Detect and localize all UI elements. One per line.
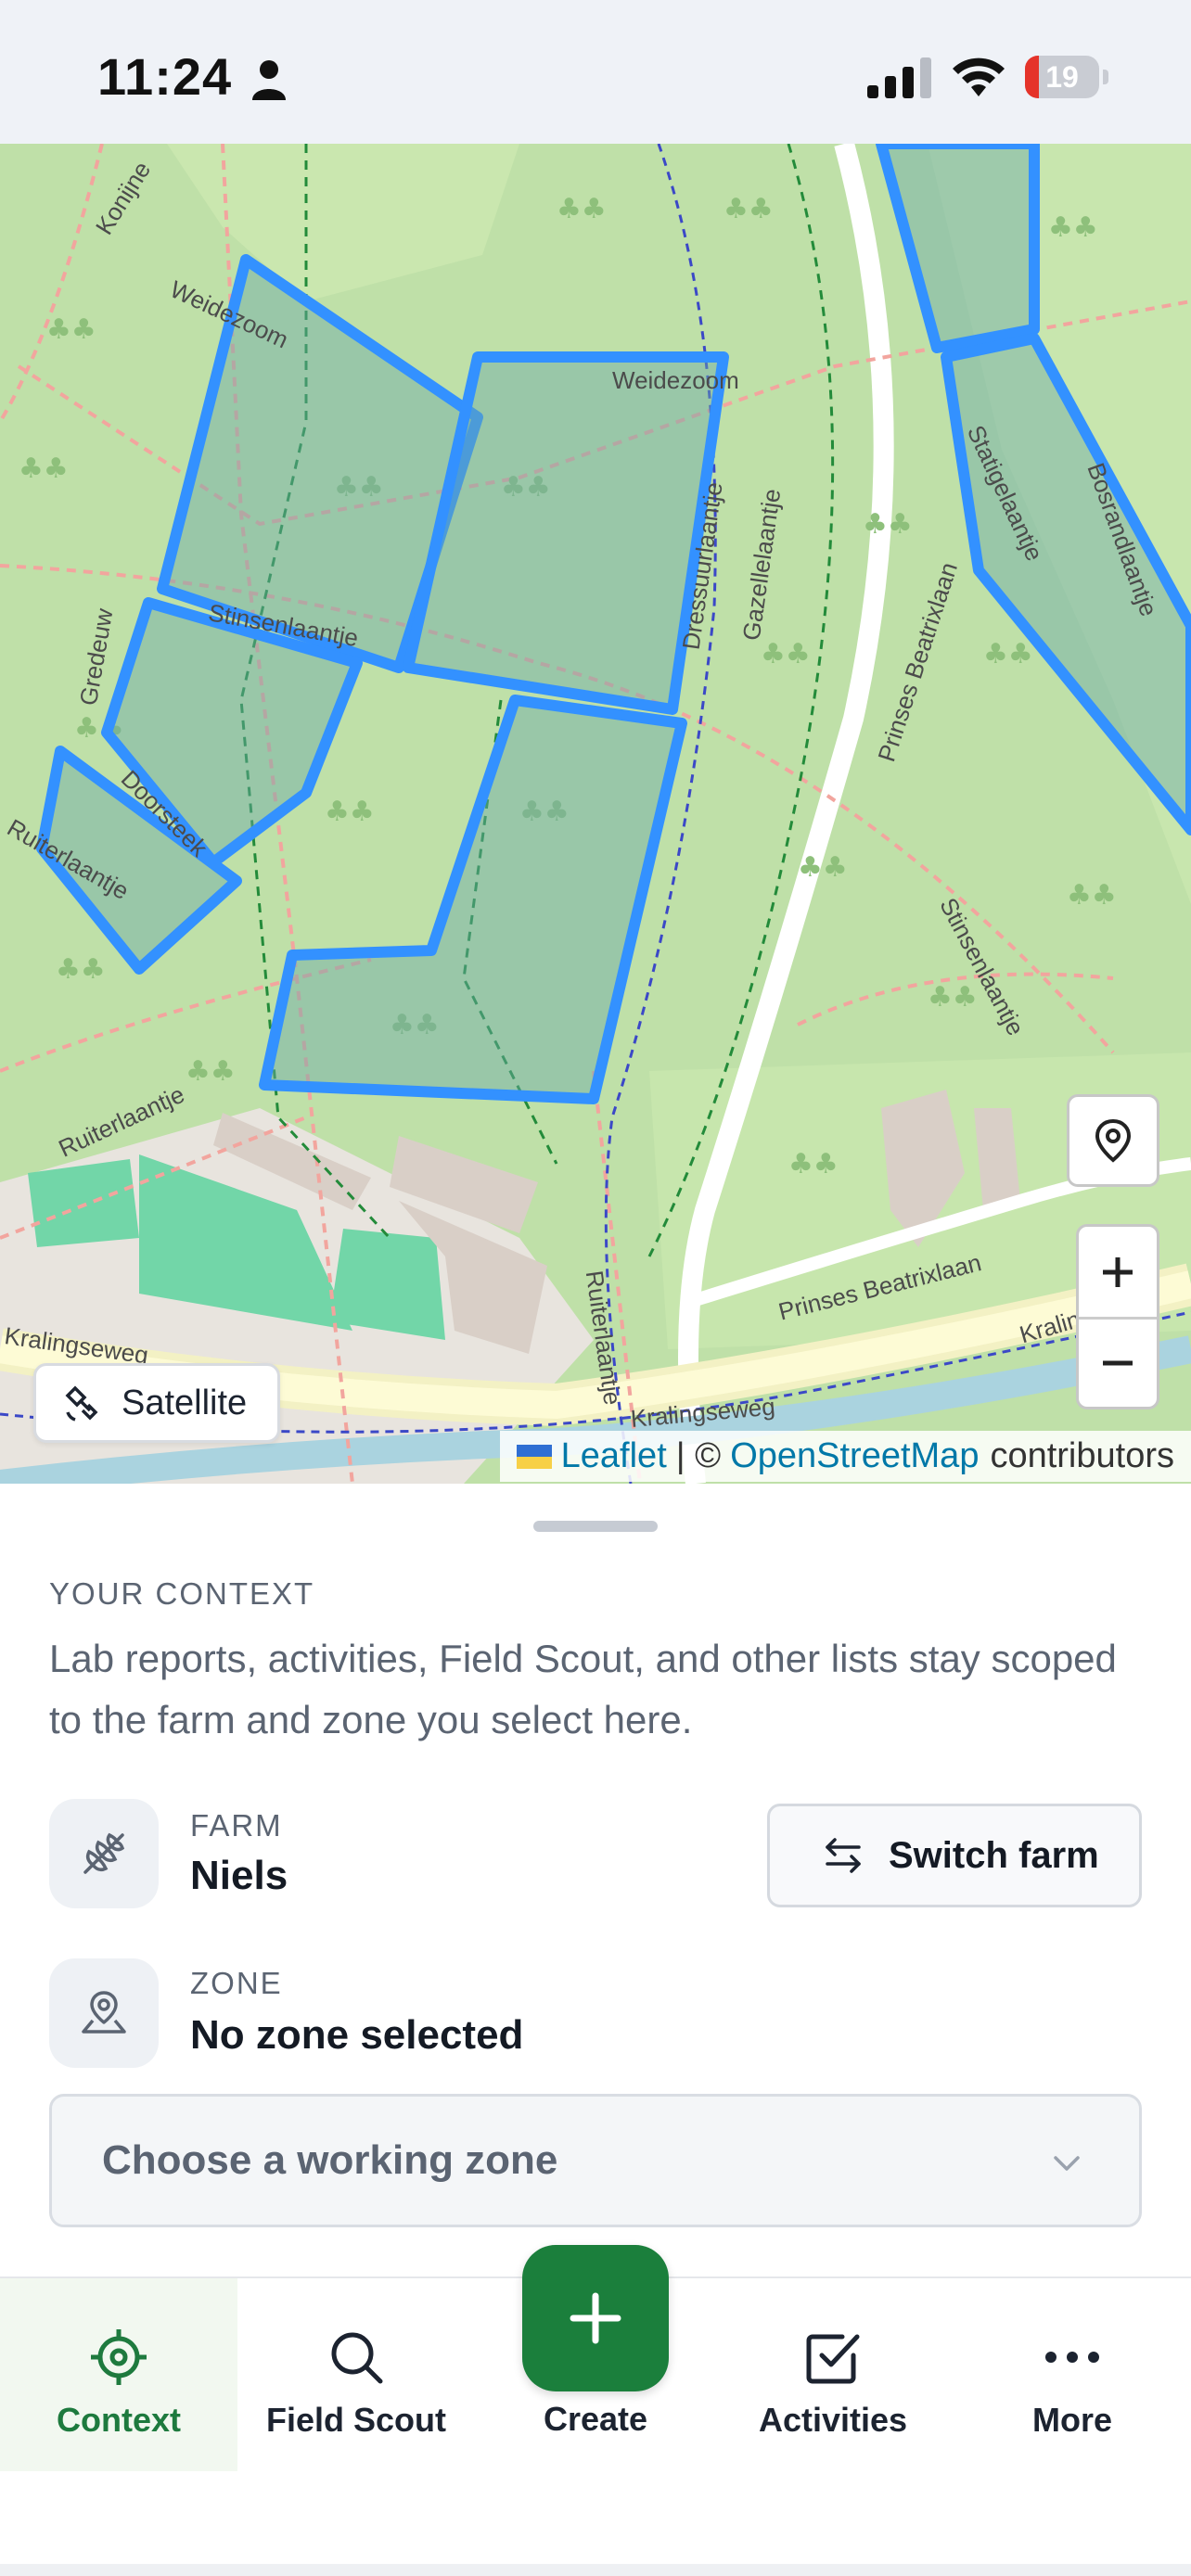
svg-text:♣♣: ♣♣ (724, 193, 774, 225)
more-icon (1045, 2352, 1099, 2363)
switch-farm-button[interactable]: Switch farm (767, 1804, 1142, 1907)
farm-icon-tile (49, 1799, 159, 1908)
svg-text:♣♣: ♣♣ (19, 453, 69, 485)
search-icon (331, 2332, 383, 2384)
attribution-separator: | © (675, 1436, 722, 1475)
svg-text:♣♣: ♣♣ (983, 638, 1033, 670)
svg-text:♣♣: ♣♣ (788, 1148, 839, 1180)
svg-text:♣♣: ♣♣ (928, 981, 978, 1014)
satellite-label: Satellite (122, 1383, 248, 1422)
tab-more[interactable]: More (954, 2278, 1191, 2471)
context-heading: YOUR CONTEXT (49, 1576, 315, 1611)
target-icon (91, 2329, 147, 2385)
create-button[interactable] (522, 2245, 669, 2391)
ukraine-flag-icon (516, 1444, 552, 1469)
zone-value: No zone selected (190, 2012, 524, 2058)
farm-value: Niels (190, 1853, 288, 1898)
svg-text:♣♣: ♣♣ (186, 1055, 236, 1088)
wheat-icon (83, 1832, 125, 1874)
chevron-down-icon (1054, 2156, 1080, 2171)
swap-arrows-icon (826, 1838, 861, 1873)
tab-field-scout[interactable]: Field Scout (237, 2278, 475, 2471)
map-label: Weidezoom (612, 366, 739, 394)
svg-text:♣♣: ♣♣ (557, 193, 607, 225)
svg-text:♣♣: ♣♣ (761, 638, 811, 670)
svg-text:♣♣: ♣♣ (325, 796, 375, 828)
zoom-out-icon (1103, 1360, 1133, 1366)
farm-label: FARM (190, 1808, 283, 1843)
tab-label-create[interactable]: Create (482, 2400, 709, 2439)
checkbox-icon (806, 2334, 860, 2384)
map-view[interactable]: ♣♣ ♣♣ ♣♣ ♣♣ ♣♣ ♣♣ ♣♣ ♣♣ ♣♣ ♣♣ ♣♣ ♣♣ ♣♣ ♣… (0, 144, 1191, 1484)
svg-text:♣♣: ♣♣ (798, 851, 848, 884)
map-pin-icon (82, 1991, 126, 2034)
zoom-out-button[interactable] (1079, 1320, 1157, 1407)
locate-icon (1095, 1118, 1132, 1163)
context-sheet: YOUR CONTEXT Lab reports, activities, Fi… (0, 1484, 1191, 2276)
tab-activities[interactable]: Activities (714, 2278, 952, 2471)
svg-text:♣♣: ♣♣ (46, 313, 96, 346)
tab-label-activities: Activities (758, 2401, 908, 2439)
battery-icon: 19 (1025, 56, 1108, 98)
status-bar: 11:24 19 (0, 0, 1191, 144)
svg-text:♣♣: ♣♣ (56, 953, 106, 986)
osm-link[interactable]: OpenStreetMap (730, 1436, 979, 1476)
zoom-in-icon (1103, 1256, 1133, 1287)
wifi-icon (953, 57, 1005, 96)
switch-farm-label: Switch farm (889, 1834, 1099, 1876)
svg-text:♣♣: ♣♣ (863, 508, 913, 541)
zone-label: ZONE (190, 1966, 283, 2000)
satellite-icon (65, 1385, 98, 1422)
tab-context[interactable]: Context (0, 2278, 237, 2471)
person-icon (252, 60, 286, 100)
signal-icon (867, 57, 931, 98)
svg-text:♣♣: ♣♣ (1048, 211, 1098, 244)
leaflet-link[interactable]: Leaflet (561, 1436, 667, 1476)
zoom-control (1076, 1224, 1159, 1409)
tab-label-more: More (1031, 2401, 1112, 2439)
map-attribution: Leaflet | © OpenStreetMap contributors (499, 1431, 1191, 1482)
battery-level: 19 (1045, 60, 1079, 94)
zone-select[interactable]: Choose a working zone (49, 2094, 1142, 2227)
zone-icon-tile (49, 1958, 159, 2068)
sheet-grabber[interactable] (533, 1521, 658, 1532)
locate-button[interactable] (1067, 1094, 1159, 1187)
status-time: 11:24 (97, 47, 233, 106)
tab-label-context: Context (57, 2401, 181, 2439)
attribution-suffix: contributors (990, 1436, 1174, 1475)
zone-select-placeholder: Choose a working zone (102, 2137, 558, 2183)
satellite-toggle-button[interactable]: Satellite (33, 1363, 280, 1443)
svg-text:♣♣: ♣♣ (1067, 879, 1117, 912)
plus-icon (570, 2292, 621, 2344)
tab-bar: Context Field Scout Create Activities Mo… (0, 2245, 1191, 2576)
home-indicator-area (0, 2564, 1191, 2576)
context-description: Lab reports, activities, Field Scout, an… (49, 1637, 1117, 1741)
zoom-in-button[interactable] (1079, 1227, 1157, 1320)
tab-label-field-scout: Field Scout (265, 2401, 446, 2439)
